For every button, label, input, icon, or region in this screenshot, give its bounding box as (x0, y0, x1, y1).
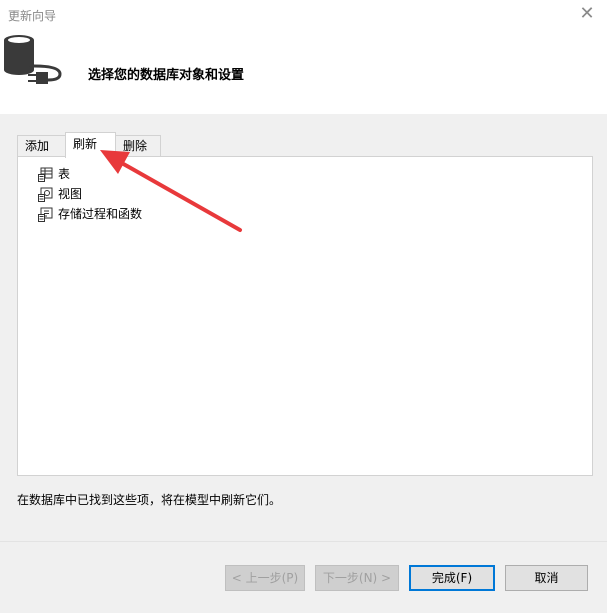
wizard-header: 更新向导 ✕ 选择您的数据库对象和设置 (0, 0, 607, 114)
tree-item-label: 表 (58, 167, 71, 181)
next-button[interactable]: 下一步(N) > (315, 565, 399, 591)
tab-delete[interactable]: 删除 (115, 135, 161, 157)
tree-item-label: 视图 (58, 187, 83, 201)
finish-button[interactable]: 完成(F) (409, 565, 495, 591)
footer-divider (0, 541, 607, 542)
window-title: 更新向导 (8, 9, 57, 23)
tab-refresh[interactable]: 刷新 (65, 132, 116, 158)
stored-procedure-icon (38, 207, 53, 222)
close-button[interactable]: ✕ (577, 4, 597, 24)
tab-refresh-label: 刷新 (73, 137, 98, 151)
database-plug-icon (4, 35, 62, 84)
cancel-button[interactable]: 取消 (505, 565, 588, 591)
view-icon (38, 187, 53, 202)
object-tree-panel: 表 视图 存储过程和函数 (17, 156, 593, 476)
close-icon: ✕ (579, 3, 595, 24)
tab-delete-label: 删除 (123, 139, 148, 153)
table-icon (38, 167, 53, 182)
tab-add-label: 添加 (25, 139, 50, 153)
wizard-step-title: 选择您的数据库对象和设置 (88, 68, 245, 83)
tree-item-label: 存储过程和函数 (58, 207, 143, 221)
previous-button[interactable]: < 上一步(P) (225, 565, 305, 591)
status-message: 在数据库中已找到这些项，将在模型中刷新它们。 (17, 493, 282, 507)
tab-add[interactable]: 添加 (17, 135, 66, 157)
